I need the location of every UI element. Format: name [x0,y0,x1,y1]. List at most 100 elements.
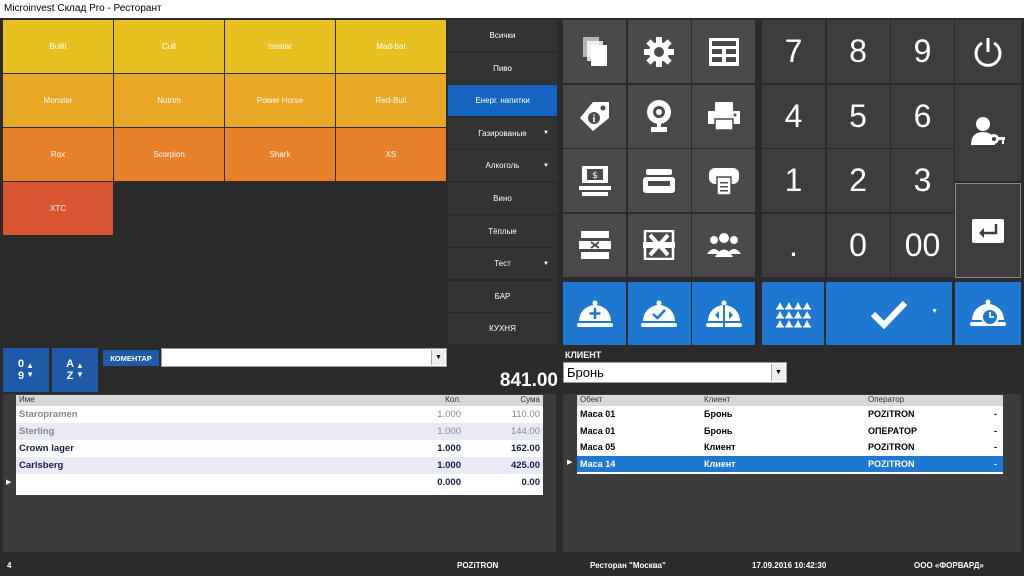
cancel-line-icon[interactable] [563,213,626,277]
item-qty: 1.000 [437,443,461,454]
tables-grid-icon[interactable] [762,282,824,345]
client-label: КЛИЕНТ [565,350,602,360]
table-row[interactable]: 0.000 0.00 [16,474,543,491]
product-xtc[interactable]: XTC [3,182,113,235]
table-flag: - [994,442,997,452]
category-dropdown-icon: ▼ [543,162,549,169]
price-tag-info-icon[interactable]: i [563,84,626,148]
enter-icon[interactable] [955,183,1021,278]
product-scorpion[interactable]: Scorpion [114,128,224,181]
tables-panel: Обект Клиент Оператор Маса 01 Бронь POZiTR… [563,394,1021,552]
product-xs[interactable]: XS [336,128,446,181]
key-00[interactable]: 00 [891,213,954,277]
pos-app: Bullit Cult Isostar Mad-bat Monster Nutrim Pow… [0,18,1024,576]
table-flag: - [994,409,997,419]
cashbox-icon[interactable]: $ [563,149,626,212]
cash-register-icon[interactable] [692,20,755,83]
power-icon[interactable] [955,20,1021,83]
item-sum: 162.00 [510,443,540,454]
key-7[interactable]: 7 [762,20,825,83]
split-order-icon[interactable] [692,282,755,345]
order-total: 841.00 [499,370,558,391]
tables-list-header: Обект Клиент Оператор [577,395,1003,406]
category-item[interactable]: Газированые ▼ [448,117,557,149]
scale-icon[interactable] [627,149,691,212]
table-row[interactable]: Sterling 1.000 144.00 [16,423,543,440]
table-object: Маса 14 [580,458,616,469]
product-isostar[interactable]: Isostar [225,20,335,73]
tables-list: Обект Клиент Оператор Маса 01 Бронь POZiTR… [577,395,1017,474]
order-table-header: Име Кол. Сума [16,395,543,406]
category-item[interactable]: Всички [448,20,557,51]
confirm-order-icon[interactable] [627,282,691,345]
table-row[interactable]: Carlsberg 1.000 425.00 [16,457,543,474]
order-table: Име Кол. Сума Staropramen 1.000 110.00 Ster… [16,395,543,495]
product-cult[interactable]: Cult [114,20,224,73]
key-9[interactable]: 9 [891,20,954,83]
sort-numeric-top: 0 [17,358,25,370]
category-label: КУХНЯ [489,324,516,334]
category-label: Вино [493,193,512,203]
key-0[interactable]: 0 [826,213,890,277]
settings-gear-icon[interactable] [627,20,691,83]
user-key-icon[interactable] [955,85,1021,181]
receipt-printer-icon[interactable] [692,149,755,212]
product-bullit[interactable]: Bullit [3,20,113,73]
category-item[interactable]: БАР [448,280,557,312]
printer-icon[interactable] [692,84,755,148]
key-3[interactable]: 3 [891,149,954,212]
void-icon[interactable] [627,213,691,277]
client-dropdown-icon[interactable]: ▼ [771,364,785,381]
table-row[interactable]: Маса 14 Клиент POZiTRON - [577,455,1003,472]
tables-list-scrollbar[interactable] [1003,395,1017,474]
product-shark[interactable]: Shark [225,128,335,181]
table-client: Бронь [704,409,733,419]
status-company: ООО «ФОРВАРД» [914,561,984,570]
comment-input[interactable]: ▼ [161,348,447,367]
category-item[interactable]: Енерг. напитки [448,85,557,117]
checkmark-dropdown-arrow[interactable]: ▼ [931,308,938,315]
table-operator: POZiTRON [868,442,915,452]
category-item[interactable]: Пиво [448,52,557,84]
key-8[interactable]: 8 [826,20,890,83]
product-power-horse[interactable]: Power Horse [225,74,335,127]
table-row[interactable]: Маса 05 Клиент POZiTRON - [577,439,1003,455]
key-4[interactable]: 4 [762,84,825,148]
key-1[interactable]: 1 [762,149,825,212]
col-client-header: Клиент [704,395,731,404]
category-item[interactable]: Алкоголь ▼ [448,150,557,182]
table-operator: POZiTRON [868,409,915,419]
table-row[interactable]: Маса 01 Бронь POZiTRON - [577,406,1003,422]
key-2[interactable]: 2 [826,149,890,212]
category-item[interactable]: КУХНЯ [448,313,557,345]
key-dot[interactable]: . [762,213,825,277]
product-red-bull[interactable]: Red-Bull [336,74,446,127]
category-item[interactable]: Вино [448,182,557,214]
category-item[interactable]: Тёплые [448,215,557,247]
product-rox[interactable]: Rox [3,128,113,181]
sort-numeric-button[interactable]: 0 9 ▲ ▼ [3,348,49,392]
key-5[interactable]: 5 [826,84,890,148]
sort-alpha-button[interactable]: A Z ▲ ▼ [52,348,98,392]
item-sum: 110.00 [511,409,540,420]
comment-dropdown-icon[interactable]: ▼ [431,350,445,365]
product-monster[interactable]: Monster [3,74,113,127]
timer-order-icon[interactable] [955,282,1021,345]
table-row[interactable]: Staropramen 1.000 110.00 [16,406,543,423]
checkmark-icon[interactable]: ▼ [826,282,952,345]
webcam-icon[interactable] [627,84,691,148]
row-pointer-icon: ▶ [567,459,573,466]
add-order-icon[interactable] [563,282,626,345]
product-mad-bat[interactable]: Mad-bat [336,20,446,73]
product-nutrim[interactable]: Nutrim [114,74,224,127]
key-6[interactable]: 6 [891,84,954,148]
category-item[interactable]: Тест ▼ [448,248,557,280]
table-row[interactable]: Crown lager 1.000 162.00 [16,440,543,457]
client-select[interactable]: Бронь ▼ [563,362,787,383]
svg-text:$: $ [592,171,598,181]
group-users-icon[interactable] [692,213,755,277]
sort-alpha-top: A [66,358,75,370]
item-qty: 1.000 [437,426,461,437]
documents-icon[interactable] [563,20,626,83]
table-row[interactable]: Маса 01 Бронь ОПЕРАТОР - [577,422,1003,439]
